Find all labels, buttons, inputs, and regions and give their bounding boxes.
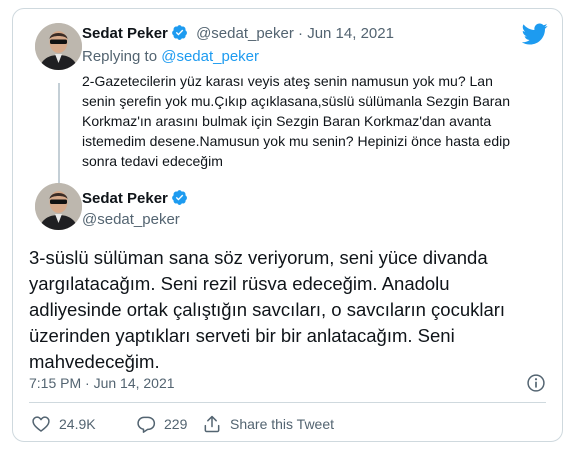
text-line: senin şerefin yok mu.Çıkıp açıklasana,sü… <box>82 93 510 109</box>
replying-to-handle[interactable]: @sedat_peker <box>161 48 259 65</box>
text-line: mahvedeceğim. <box>29 351 160 372</box>
replying-to-label: Replying to <box>82 48 158 65</box>
text-line: yargılatacağım. Seni rezil rüsva edeceği… <box>29 273 450 294</box>
share-label: Share this Tweet <box>230 416 335 432</box>
text-line: 3-süslü sülüman sana söz veriyorum, seni… <box>29 247 488 268</box>
text-line: istemedim desene.Namusun yok mu senin? H… <box>82 133 511 149</box>
author-name[interactable]: Sedat Peker <box>82 25 168 42</box>
info-icon[interactable] <box>526 373 546 393</box>
text-line: 2-Gazetecilerin yüz karası veyis ateş se… <box>82 73 493 89</box>
share-tweet-button[interactable]: Share this Tweet <box>202 412 334 436</box>
embedded-tweet-card: Sedat Peker @sedat_peker · Jun 14, 2021 … <box>12 8 563 442</box>
reply-count: 229 <box>164 416 188 432</box>
twitter-bird-icon[interactable] <box>522 21 548 47</box>
text-line: üzerinden yaptıkları serveti bir bir anl… <box>29 325 455 346</box>
verified-badge-icon <box>172 190 187 205</box>
author-handle[interactable]: @sedat_peker <box>82 210 180 230</box>
tweet-timestamp[interactable]: 7:15 PM · Jun 14, 2021 <box>29 373 175 393</box>
reply-icon <box>137 416 156 433</box>
avatar-photo <box>35 23 82 70</box>
like-button[interactable]: 24.9K <box>31 412 96 436</box>
text-line: adliyesinde ortak çalıştığın savcıları, … <box>29 299 506 320</box>
author-handle[interactable]: @sedat_peker <box>196 25 294 42</box>
divider <box>29 402 546 403</box>
reply-tweet-header: Sedat Peker @sedat_peker · Jun 14, 2021 <box>82 24 394 44</box>
main-tweet-author: Sedat Peker <box>82 189 188 209</box>
like-count: 24.9K <box>59 416 96 432</box>
share-icon <box>204 415 220 433</box>
heart-icon <box>32 416 50 432</box>
separator: · <box>298 25 304 42</box>
avatar[interactable] <box>35 183 82 230</box>
tweet-date[interactable]: Jun 14, 2021 <box>307 25 394 42</box>
avatar-photo <box>35 183 82 230</box>
verified-badge-icon <box>172 25 187 40</box>
replying-to: Replying to @sedat_peker <box>82 47 259 67</box>
author-name[interactable]: Sedat Peker <box>82 190 168 207</box>
avatar[interactable] <box>35 23 82 70</box>
main-tweet-text: 3-süslü sülüman sana söz veriyorum, seni… <box>29 245 549 375</box>
reply-tweet-text: 2-Gazetecilerin yüz karası veyis ateş se… <box>82 71 522 171</box>
text-line: sonra tedavi edeceğim <box>82 153 223 169</box>
thread-connector-line <box>58 83 60 183</box>
text-line: Korkmaz'ın arasını bulmak için Sezgin Ba… <box>82 113 492 129</box>
reply-button[interactable]: 229 <box>136 412 187 436</box>
